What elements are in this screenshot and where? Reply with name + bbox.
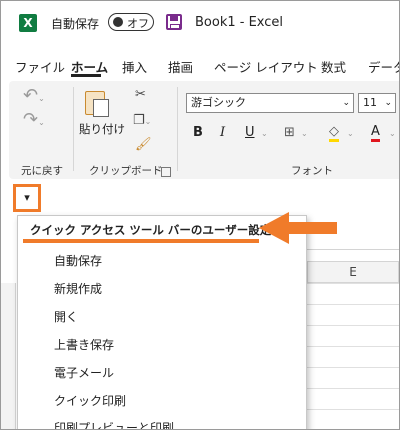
font-size-value: 11 xyxy=(363,96,377,109)
qat-customize-menu: クイック アクセス ツール バーのユーザー設定 自動保存 新規作成 開く 上書き… xyxy=(17,215,307,429)
menu-item-open[interactable]: 開く xyxy=(54,308,78,325)
title-bar: X 自動保存 オフ Book1 - Excel xyxy=(1,1,399,45)
arrow-shaft xyxy=(287,222,337,234)
tab-data[interactable]: データ xyxy=(368,57,399,76)
chevron-down-icon[interactable]: ⌄ xyxy=(301,129,308,138)
highlight-underline xyxy=(23,239,259,243)
chevron-down-icon: ⌄ xyxy=(342,98,350,108)
menu-item-new[interactable]: 新規作成 xyxy=(54,280,102,297)
row-header-strip xyxy=(1,283,16,429)
tab-file[interactable]: ファイル xyxy=(15,57,65,76)
chevron-down-icon: ▾ xyxy=(24,191,30,204)
autosave-label: 自動保存 xyxy=(51,17,100,31)
menu-item-autosave[interactable]: 自動保存 xyxy=(54,252,102,269)
chevron-down-icon[interactable]: ⌄ xyxy=(347,129,354,138)
toggle-knob-icon xyxy=(113,17,123,27)
format-painter-icon[interactable]: 🖌 xyxy=(135,137,152,152)
bold-button[interactable]: B xyxy=(193,125,203,140)
cut-icon[interactable]: ✂ xyxy=(135,87,146,102)
undo-icon[interactable]: ↶⌄ xyxy=(23,85,45,106)
autosave-toggle[interactable]: オフ xyxy=(108,13,154,31)
font-color-button[interactable]: A xyxy=(371,125,380,142)
excel-window: X 自動保存 オフ Book1 - Excel ファイル ホーム 挿入 描画 ペ… xyxy=(0,0,400,430)
save-icon[interactable] xyxy=(166,14,182,30)
redo-icon[interactable]: ↷⌄ xyxy=(23,109,45,130)
italic-button[interactable]: I xyxy=(220,125,225,140)
ribbon-tabs: ファイル ホーム 挿入 描画 ページ レイアウト 数式 データ xyxy=(1,51,399,79)
cell-grid[interactable] xyxy=(307,283,399,429)
chevron-down-icon[interactable]: ⌄ xyxy=(261,129,268,138)
chevron-down-icon[interactable]: ⌄ xyxy=(389,129,396,138)
menu-item-save[interactable]: 上書き保存 xyxy=(54,336,114,353)
undo-group-label: 元に戻す xyxy=(21,165,63,177)
document-title: Book1 - Excel xyxy=(195,15,284,30)
menu-item-print-preview[interactable]: 印刷プレビューと印刷 xyxy=(54,419,174,429)
active-tab-indicator xyxy=(71,74,101,77)
font-group-label: フォント xyxy=(291,165,333,177)
underline-button[interactable]: U xyxy=(245,125,255,140)
quick-access-toolbar xyxy=(1,181,399,215)
tab-draw[interactable]: 描画 xyxy=(168,57,193,76)
group-divider xyxy=(177,87,178,171)
customize-qat-button[interactable]: ▾ xyxy=(13,184,41,212)
font-size-select[interactable]: 11 ⌄ xyxy=(358,93,396,113)
tab-insert[interactable]: 挿入 xyxy=(122,57,147,76)
menu-title: クイック アクセス ツール バーのユーザー設定 xyxy=(30,223,272,237)
copy-icon[interactable]: ❐⌄ xyxy=(133,113,151,128)
menu-item-quick-print[interactable]: クイック印刷 xyxy=(54,392,126,409)
paste-button-label[interactable]: 貼り付け xyxy=(79,121,125,137)
group-divider xyxy=(73,87,74,171)
font-name-value: 游ゴシック xyxy=(191,96,246,109)
font-name-select[interactable]: 游ゴシック ⌄ xyxy=(186,93,354,113)
autosave-state: オフ xyxy=(127,17,149,30)
chevron-down-icon: ⌄ xyxy=(384,98,392,108)
arrow-left-icon xyxy=(259,212,289,244)
excel-logo-icon: X xyxy=(19,14,41,32)
column-header-e[interactable]: E xyxy=(307,261,399,283)
borders-icon[interactable]: ⊞ xyxy=(284,125,295,140)
fill-color-icon[interactable]: ◇ xyxy=(329,125,339,142)
tab-formulas[interactable]: 数式 xyxy=(321,57,346,76)
clipboard-group-label: クリップボード xyxy=(89,165,163,177)
tab-page-layout[interactable]: ページ レイアウト xyxy=(214,57,318,76)
menu-item-email[interactable]: 電子メール xyxy=(54,364,114,381)
dialog-launcher-icon[interactable] xyxy=(161,167,171,177)
paste-icon[interactable] xyxy=(83,87,109,117)
